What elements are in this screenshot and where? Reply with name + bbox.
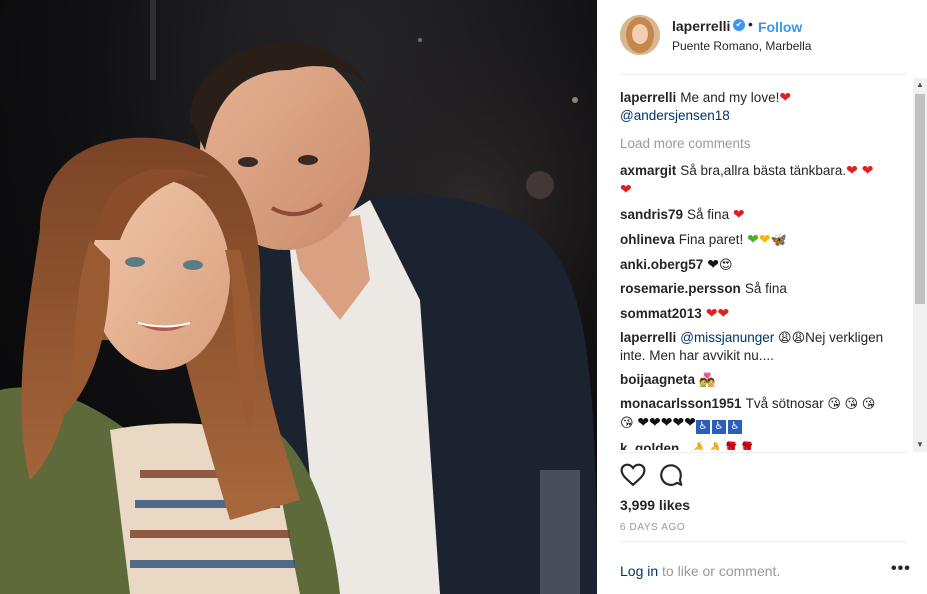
scroll-down-icon[interactable]: ▼	[913, 438, 927, 452]
comment-username[interactable]: sandris79	[620, 207, 683, 222]
avatar[interactable]	[620, 15, 660, 55]
weary-face-emoji: 😩😩	[778, 330, 806, 345]
comment-username[interactable]: ohlineva	[620, 232, 675, 247]
list-item: laperrelli @missjanunger 😩😩Nej verkligen …	[620, 329, 912, 365]
divider	[620, 541, 907, 542]
list-item: rosemarie.persson Så fina	[620, 280, 912, 298]
red-heart-emoji: ❤	[779, 89, 792, 105]
comment-text: Så bra,allra bästa tänkbara.	[680, 163, 847, 178]
comment-username[interactable]: rosemarie.persson	[620, 281, 741, 296]
ok-hand-emoji: 👌👌🌹🌹	[690, 441, 756, 450]
list-item: anki.oberg57 ❤😍	[620, 255, 912, 274]
location-link[interactable]: Puente Romano, Marbella	[672, 39, 811, 53]
comment-mention[interactable]: @missjanunger	[680, 330, 774, 345]
divider	[620, 74, 907, 75]
more-options-icon[interactable]: •••	[891, 560, 911, 578]
black-hearts-emoji: ❤❤❤❤❤	[637, 414, 696, 430]
comment-username[interactable]: boijaagneta	[620, 372, 695, 387]
list-item: sandris79 Så fina ❤	[620, 205, 912, 224]
red-heart-emoji: ❤	[732, 206, 745, 222]
login-prompt: Log in to like or comment.	[620, 563, 780, 579]
login-link[interactable]: Log in	[620, 563, 658, 579]
red-heart-emoji: ❤❤	[705, 305, 730, 321]
comment-username[interactable]: monacarlsson1951	[620, 396, 742, 411]
couple-emoji: 💑	[699, 372, 716, 387]
list-item: sommat2013 ❤❤	[620, 304, 912, 323]
heart-eyes-emoji: 😍	[719, 257, 733, 272]
comment-username[interactable]: k_golden_	[620, 441, 687, 450]
comment-bubble-icon[interactable]	[658, 462, 684, 488]
separator-dot: •	[748, 16, 753, 32]
author-username[interactable]: laperrelli	[672, 18, 730, 34]
heart-outline-icon[interactable]	[620, 462, 646, 488]
list-item: axmargit Så bra,allra bästa tänkbara.❤ ❤ ❤	[620, 161, 912, 199]
scroll-up-icon[interactable]: ▲	[913, 78, 927, 92]
couple-photo-illustration	[0, 0, 597, 594]
comment-text: Fina paret!	[678, 232, 744, 247]
login-prompt-text: to like or comment.	[658, 563, 781, 579]
comments-list: laperrelli Me and my love!❤ @andersjensen…	[620, 88, 912, 450]
post-photo	[0, 0, 597, 594]
wheelchair-icon: ♿	[711, 420, 726, 434]
verified-badge-icon: ✔	[733, 19, 745, 31]
list-item: k_golden_ 👌👌🌹🌹	[620, 440, 912, 450]
comment-text: Två sötnosar	[745, 396, 824, 411]
likes-count[interactable]: 3,999 likes	[620, 497, 690, 513]
comment-username[interactable]: sommat2013	[620, 306, 702, 321]
comment-text: Så fina	[687, 207, 730, 222]
post-timestamp: 6 DAYS AGO	[620, 522, 686, 533]
comment-username[interactable]: anki.oberg57	[620, 257, 703, 272]
yellow-heart-emoji: ❤	[758, 231, 771, 247]
list-item: monacarlsson1951 Två sötnosar 😘 😘 😘 😘 ❤❤❤❤…	[620, 395, 912, 434]
wheelchair-icon: ♿	[727, 420, 742, 434]
load-more-comments-button[interactable]: Load more comments	[620, 135, 912, 153]
butterfly-emoji: 🦋	[770, 232, 787, 247]
post-side-panel: laperrelli ✔ • Follow Puente Romano, Mar…	[597, 0, 927, 594]
comments-scrollbar[interactable]: ▲ ▼	[913, 78, 927, 452]
follow-button[interactable]: Follow	[758, 19, 802, 35]
list-item: boijaagneta 💑	[620, 371, 912, 389]
caption-mention[interactable]: @andersjensen18	[620, 108, 730, 123]
divider	[620, 452, 907, 453]
wheelchair-icon: ♿	[695, 420, 710, 434]
scroll-thumb[interactable]	[915, 94, 925, 304]
post-header: laperrelli ✔ • Follow Puente Romano, Mar…	[597, 0, 927, 75]
black-heart-emoji: ❤	[707, 256, 720, 272]
caption-text: Me and my love!	[680, 90, 780, 105]
comment-username[interactable]: laperrelli	[620, 330, 676, 345]
comment-username[interactable]: axmargit	[620, 163, 676, 178]
comment-text: Så fina	[744, 281, 787, 296]
list-item: ohlineva Fina paret! ❤❤🦋	[620, 230, 912, 249]
caption-username[interactable]: laperrelli	[620, 90, 676, 105]
green-heart-emoji: ❤	[747, 231, 759, 247]
caption: laperrelli Me and my love!❤ @andersjensen…	[620, 88, 912, 125]
